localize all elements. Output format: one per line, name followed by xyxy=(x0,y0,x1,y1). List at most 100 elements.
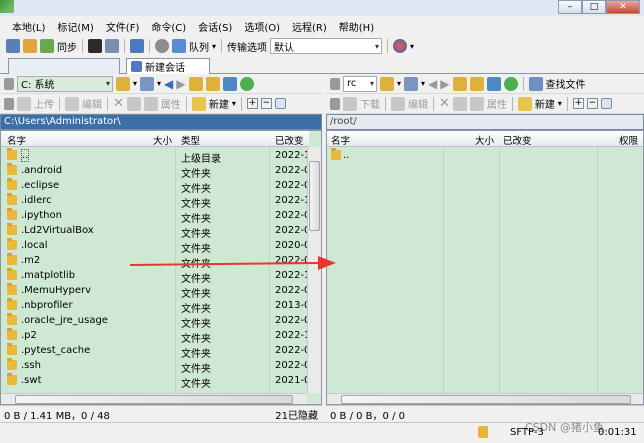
properties-button[interactable]: 属性 xyxy=(161,96,181,111)
grid-icon[interactable] xyxy=(6,39,20,53)
open-folder-icon[interactable] xyxy=(116,76,130,91)
collapse-icon[interactable]: − xyxy=(260,98,272,109)
queue-button[interactable]: 队列 xyxy=(189,39,209,54)
back-arrow-icon[interactable]: ◀ xyxy=(428,77,437,91)
gear-icon[interactable] xyxy=(155,39,169,53)
header-name[interactable]: 名字 xyxy=(7,133,26,147)
local-path[interactable]: C:\Users\Administrator\ xyxy=(0,114,322,130)
parent-dir-icon[interactable] xyxy=(452,76,467,91)
expand-icon[interactable]: + xyxy=(572,98,584,109)
rename-icon[interactable] xyxy=(452,96,467,111)
table-row[interactable]: .p2 文件夹 2022-1 xyxy=(1,328,310,345)
root-dir-icon[interactable] xyxy=(205,76,220,91)
menu-local[interactable]: 本地(L) xyxy=(10,18,47,35)
expand-icon[interactable]: + xyxy=(246,98,258,109)
scroll-thumb[interactable] xyxy=(341,395,631,404)
menu-help[interactable]: 帮助(H) xyxy=(337,18,376,35)
table-row[interactable]: .ipython 文件夹 2022-0 xyxy=(1,208,310,225)
sync-button[interactable]: 同步 xyxy=(57,39,77,54)
table-row[interactable]: .android 文件夹 2022-0 xyxy=(1,163,310,180)
chevron-down-icon[interactable]: ▾ xyxy=(397,79,401,88)
terminal-icon[interactable] xyxy=(88,39,102,53)
transfer-settings-icon[interactable] xyxy=(393,39,408,53)
filter-small-icon[interactable] xyxy=(600,98,612,109)
new-button[interactable]: 新建 xyxy=(535,96,555,111)
menu-mark[interactable]: 标记(M) xyxy=(55,18,95,35)
filter-icon[interactable] xyxy=(404,76,419,91)
home-icon[interactable] xyxy=(486,76,501,91)
table-row[interactable]: .Ld2VirtualBox 文件夹 2022-0 xyxy=(1,223,310,240)
refresh-icon[interactable] xyxy=(239,76,254,91)
chevron-down-icon[interactable]: ▾ xyxy=(232,99,236,108)
folder-icon xyxy=(7,253,17,265)
header-name[interactable]: 名字 xyxy=(331,133,350,147)
scroll-thumb[interactable] xyxy=(15,395,293,404)
filter-small-icon[interactable] xyxy=(274,98,286,109)
edit-button[interactable]: 编辑 xyxy=(408,96,428,111)
remote-dir-select[interactable]: rc ▾ xyxy=(343,75,377,92)
header-changed[interactable]: 已改变 xyxy=(275,133,304,147)
forward-arrow-icon[interactable]: ▶ xyxy=(440,77,449,91)
delete-icon[interactable]: ✕ xyxy=(439,96,450,111)
chevron-down-icon[interactable]: ▾ xyxy=(558,99,562,108)
maximize-button[interactable]: □ xyxy=(582,0,606,14)
delete-icon[interactable]: ✕ xyxy=(113,96,124,111)
forward-arrow-icon[interactable]: ▶ xyxy=(176,77,185,91)
chevron-down-icon[interactable]: ▾ xyxy=(157,79,161,88)
parent-dir-icon[interactable] xyxy=(188,76,203,91)
filter-icon[interactable] xyxy=(140,76,155,91)
menu-commands[interactable]: 命令(C) xyxy=(149,18,188,35)
header-size[interactable]: 大小 xyxy=(153,133,172,147)
chevron-down-icon[interactable]: ▾ xyxy=(133,79,137,88)
table-row[interactable]: .swt 文件夹 2021-0 xyxy=(1,373,310,390)
header-size[interactable]: 大小 xyxy=(475,133,494,147)
copy-icon[interactable] xyxy=(105,39,119,53)
menu-file[interactable]: 文件(F) xyxy=(104,18,142,35)
table-row[interactable]: .nbprofiler 文件夹 2013-0 xyxy=(1,298,310,315)
window-icon[interactable] xyxy=(130,39,144,53)
header-permissions[interactable]: 权限 xyxy=(619,133,638,147)
chevron-down-icon[interactable]: ▾ xyxy=(410,42,414,51)
download-button[interactable]: 下载 xyxy=(360,96,380,111)
table-row[interactable]: .idlerc 文件夹 2022-1 xyxy=(1,193,310,210)
collapse-icon[interactable]: − xyxy=(586,98,598,109)
find-files-button[interactable]: 查找文件 xyxy=(546,76,586,91)
header-changed[interactable]: 已改变 xyxy=(503,133,532,147)
table-row[interactable]: .. 上级目录 2022-1 xyxy=(1,148,310,165)
refresh-icon[interactable] xyxy=(503,76,518,91)
tab-new-session[interactable]: 新建会话 xyxy=(126,58,210,74)
close-button[interactable]: ✕ xyxy=(606,0,640,14)
menu-remote[interactable]: 远程(R) xyxy=(290,18,329,35)
remote-horizontal-scrollbar[interactable] xyxy=(327,393,643,404)
new-button[interactable]: 新建 xyxy=(209,96,229,111)
folder-compare-icon[interactable] xyxy=(23,39,37,53)
title-bar: – □ ✕ xyxy=(0,0,644,16)
scroll-thumb[interactable] xyxy=(309,161,320,231)
open-folder-icon[interactable] xyxy=(380,76,394,91)
local-horizontal-scrollbar[interactable] xyxy=(1,393,307,404)
table-row[interactable]: .MemuHyperv 文件夹 2022-0 xyxy=(1,283,310,300)
table-row[interactable]: .pytest_cache 文件夹 2022-0 xyxy=(1,343,310,360)
rename-icon[interactable] xyxy=(126,96,141,111)
chevron-down-icon[interactable]: ▾ xyxy=(212,42,216,51)
table-row[interactable]: .oracle_jre_usage 文件夹 2022-0 xyxy=(1,313,310,330)
chevron-down-icon[interactable]: ▾ xyxy=(421,79,425,88)
local-drive-select[interactable]: C: 系统 ▾ xyxy=(17,75,113,92)
remote-path[interactable]: /root/ xyxy=(326,114,644,130)
table-row[interactable]: .eclipse 文件夹 2022-0 xyxy=(1,178,310,195)
transfer-option-select[interactable]: 默认 ▾ xyxy=(270,38,383,54)
table-row[interactable]: .ssh 文件夹 2022-0 xyxy=(1,358,310,375)
back-arrow-icon[interactable]: ◀ xyxy=(164,77,173,91)
minimize-button[interactable]: – xyxy=(558,0,582,14)
home-icon[interactable] xyxy=(222,76,237,91)
tab-session[interactable] xyxy=(8,58,120,74)
menu-session[interactable]: 会话(S) xyxy=(196,18,234,35)
menu-options[interactable]: 选项(O) xyxy=(242,18,282,35)
edit-button[interactable]: 编辑 xyxy=(82,96,102,111)
properties-button[interactable]: 属性 xyxy=(487,96,507,111)
upload-button[interactable]: 上传 xyxy=(34,96,54,111)
table-row[interactable]: .local 文件夹 2020-0 xyxy=(1,238,310,255)
root-dir-icon[interactable] xyxy=(469,76,484,91)
table-row[interactable]: .. xyxy=(327,148,643,164)
header-type[interactable]: 类型 xyxy=(181,133,200,147)
